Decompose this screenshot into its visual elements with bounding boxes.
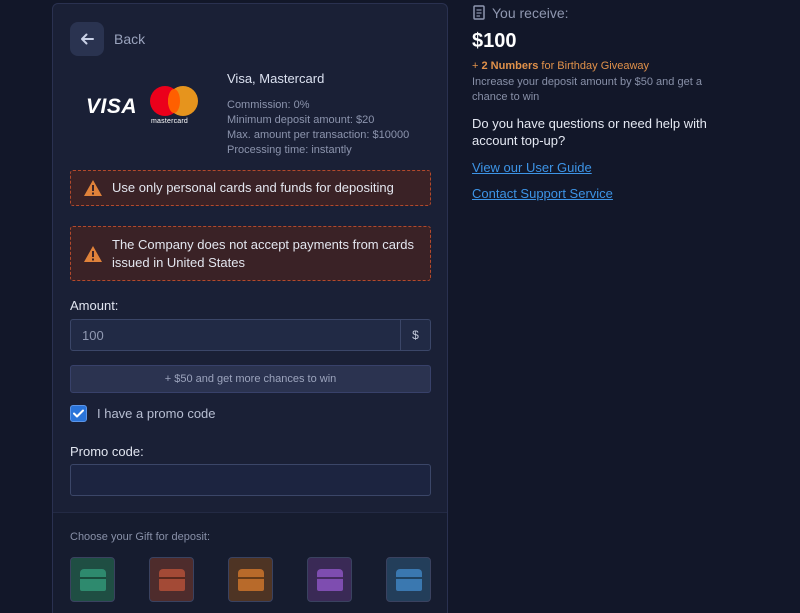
help-question: Do you have questions or need help with …: [472, 116, 707, 148]
giveaway-rest: for Birthday Giveaway: [538, 60, 649, 72]
warning-us-cards: The Company does not accept payments fro…: [70, 226, 431, 281]
add-50-bonus-button[interactable]: + $50 and get more chances to win: [70, 365, 431, 393]
red-gift-chest-icon: [158, 568, 185, 591]
amount-field[interactable]: $: [70, 319, 431, 351]
warning-text: The Company does not accept payments fro…: [112, 236, 415, 270]
gift-option-1[interactable]: [70, 557, 115, 602]
promo-code-toggle[interactable]: I have a promo code: [70, 405, 216, 422]
receive-label: You receive:: [492, 5, 569, 21]
amount-input[interactable]: [71, 320, 400, 350]
warning-text: Use only personal cards and funds for de…: [112, 180, 394, 195]
promo-code-checkbox-label[interactable]: I have a promo code: [97, 406, 216, 421]
min-deposit-text: Minimum deposit amount: $20: [227, 114, 375, 126]
purple-gift-chest-icon: [316, 568, 343, 591]
gift-option-4[interactable]: [307, 557, 352, 602]
back-label[interactable]: Back: [114, 31, 145, 47]
mastercard-wordmark: mastercard: [151, 118, 189, 125]
promo-code-input[interactable]: [70, 464, 431, 496]
mastercard-logo: mastercard: [150, 86, 200, 128]
promo-code-checkbox[interactable]: [70, 405, 87, 422]
warning-icon: [83, 179, 103, 197]
arrow-left-icon: [81, 33, 94, 45]
gift-option-2[interactable]: [149, 557, 194, 602]
orange-gift-chest-icon: [237, 568, 264, 591]
giveaway-note: Increase your deposit amount by $50 and …: [472, 76, 702, 103]
amount-label: Amount:: [70, 298, 119, 313]
payment-method-title: Visa, Mastercard: [227, 71, 325, 86]
gift-option-3[interactable]: [228, 557, 273, 602]
max-amount-text: Max. amount per transaction: $10000: [227, 129, 410, 141]
gift-option-5[interactable]: [386, 557, 431, 602]
commission-text: Commission: 0%: [227, 99, 310, 111]
back-row[interactable]: Back: [70, 22, 145, 56]
processing-time-text: Processing time: instantly: [227, 144, 352, 156]
receive-amount: $100: [472, 30, 517, 52]
contact-support-link[interactable]: Contact Support Service: [472, 186, 613, 201]
warning-icon: [83, 245, 103, 263]
back-button[interactable]: [70, 22, 104, 56]
promo-code-label: Promo code:: [70, 444, 144, 459]
checkmark-icon: [73, 409, 84, 418]
giveaway-text: + 2 Numbers for Birthday Giveaway: [472, 60, 649, 72]
warning-personal-cards: Use only personal cards and funds for de…: [70, 170, 431, 206]
payment-method-info: Visa, Mastercard Commission: 0% Minimum …: [227, 71, 409, 158]
receipt-icon: [473, 5, 485, 20]
giveaway-count: 2 Numbers: [481, 60, 539, 72]
visa-logo: VISA: [86, 95, 138, 118]
card-logos: VISA mastercard: [86, 86, 200, 128]
blue-gift-chest-icon: [395, 568, 422, 591]
deposit-panel: Back VISA mastercard Visa, Mastercard Co…: [52, 3, 448, 613]
gift-section-title: Choose your Gift for deposit:: [70, 531, 211, 543]
currency-unit: $: [400, 320, 430, 350]
green-gift-chest-icon: [79, 568, 106, 591]
gift-section: Choose your Gift for deposit:: [53, 512, 447, 613]
user-guide-link[interactable]: View our User Guide: [472, 160, 592, 175]
receive-header: You receive:: [472, 5, 569, 21]
